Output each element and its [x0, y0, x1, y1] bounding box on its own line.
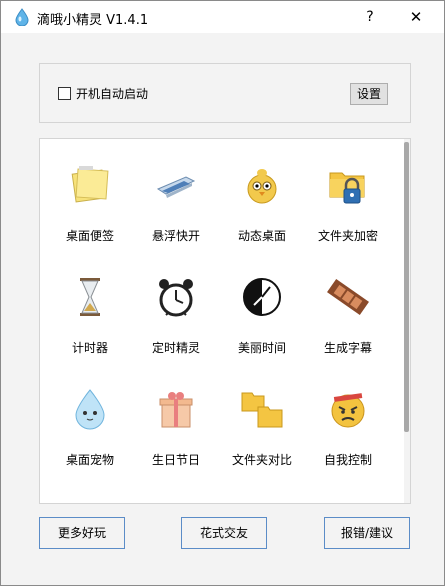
tool-label: 桌面便签: [65, 229, 114, 243]
title-bar: 滴哦小精灵 V1.4.1 ? ✕: [1, 1, 444, 33]
tool-label: 文件夹加密: [317, 229, 378, 243]
chick-icon: [247, 169, 277, 204]
water-drop-pet-icon: [75, 389, 105, 430]
close-button[interactable]: ✕: [399, 3, 433, 31]
clock-face-icon: [243, 278, 281, 316]
autostart-label: 开机自动启动: [76, 87, 149, 101]
folders-compare-icon: [241, 392, 283, 428]
alarm-clock-icon: [159, 279, 193, 317]
feedback-button[interactable]: 报错/建议: [324, 517, 410, 549]
tool-self-control[interactable]: 自我控制: [306, 371, 390, 481]
tool-beautiful-time[interactable]: 美丽时间: [220, 259, 304, 369]
sticky-note-icon: [71, 166, 109, 203]
folder-lock-icon: [329, 172, 365, 204]
floating-launcher-icon: [156, 176, 196, 198]
tool-label: 动态桌面: [237, 229, 286, 243]
settings-button[interactable]: 设置: [350, 83, 388, 105]
autostart-checkbox[interactable]: [58, 87, 71, 100]
tool-label: 生日节日: [151, 453, 200, 467]
options-panel: 开机自动启动 设置: [39, 63, 411, 123]
fancy-friends-button[interactable]: 花式交友: [181, 517, 267, 549]
tool-label: 文件夹对比: [231, 453, 292, 467]
tool-label: 美丽时间: [237, 341, 286, 355]
tool-sticky-notes[interactable]: 桌面便签: [48, 147, 132, 257]
tools-grid: 桌面便签 悬浮快开 动态桌面 文件夹加密 计时器 定时精灵 美丽时间 生成字幕 …: [39, 138, 411, 504]
autostart-option[interactable]: 开机自动启动: [58, 85, 148, 102]
tool-desktop-pet[interactable]: 桌面宠物: [48, 371, 132, 481]
app-window: 滴哦小精灵 V1.4.1 ? ✕ 开机自动启动 设置 桌面便签 悬浮快开 动态桌…: [0, 0, 445, 586]
angry-face-icon: [331, 393, 365, 428]
tool-folder-encrypt[interactable]: 文件夹加密: [306, 147, 390, 257]
tool-label: 计时器: [71, 341, 108, 355]
tool-scheduler[interactable]: 定时精灵: [134, 259, 218, 369]
tool-dynamic-desktop[interactable]: 动态桌面: [220, 147, 304, 257]
tool-folder-compare[interactable]: 文件夹对比: [220, 371, 304, 481]
tool-label: 悬浮快开: [151, 229, 200, 243]
tool-label: 自我控制: [323, 453, 372, 467]
tool-floating-launcher[interactable]: 悬浮快开: [134, 147, 218, 257]
hourglass-icon: [80, 278, 100, 316]
tool-timer[interactable]: 计时器: [48, 259, 132, 369]
tool-subtitles[interactable]: 生成字幕: [306, 259, 390, 369]
scrollbar-thumb[interactable]: [404, 142, 409, 432]
more-fun-button[interactable]: 更多好玩: [39, 517, 125, 549]
gift-box-icon: [159, 392, 193, 428]
window-title: 滴哦小精灵 V1.4.1: [37, 13, 149, 28]
tool-birthday-holiday[interactable]: 生日节日: [134, 371, 218, 481]
help-button[interactable]: ?: [353, 3, 387, 31]
tool-label: 定时精灵: [151, 341, 200, 355]
water-drop-icon: [15, 8, 29, 26]
film-strip-icon: [327, 278, 369, 316]
tool-label: 生成字幕: [323, 341, 372, 355]
tool-label: 桌面宠物: [65, 453, 114, 467]
